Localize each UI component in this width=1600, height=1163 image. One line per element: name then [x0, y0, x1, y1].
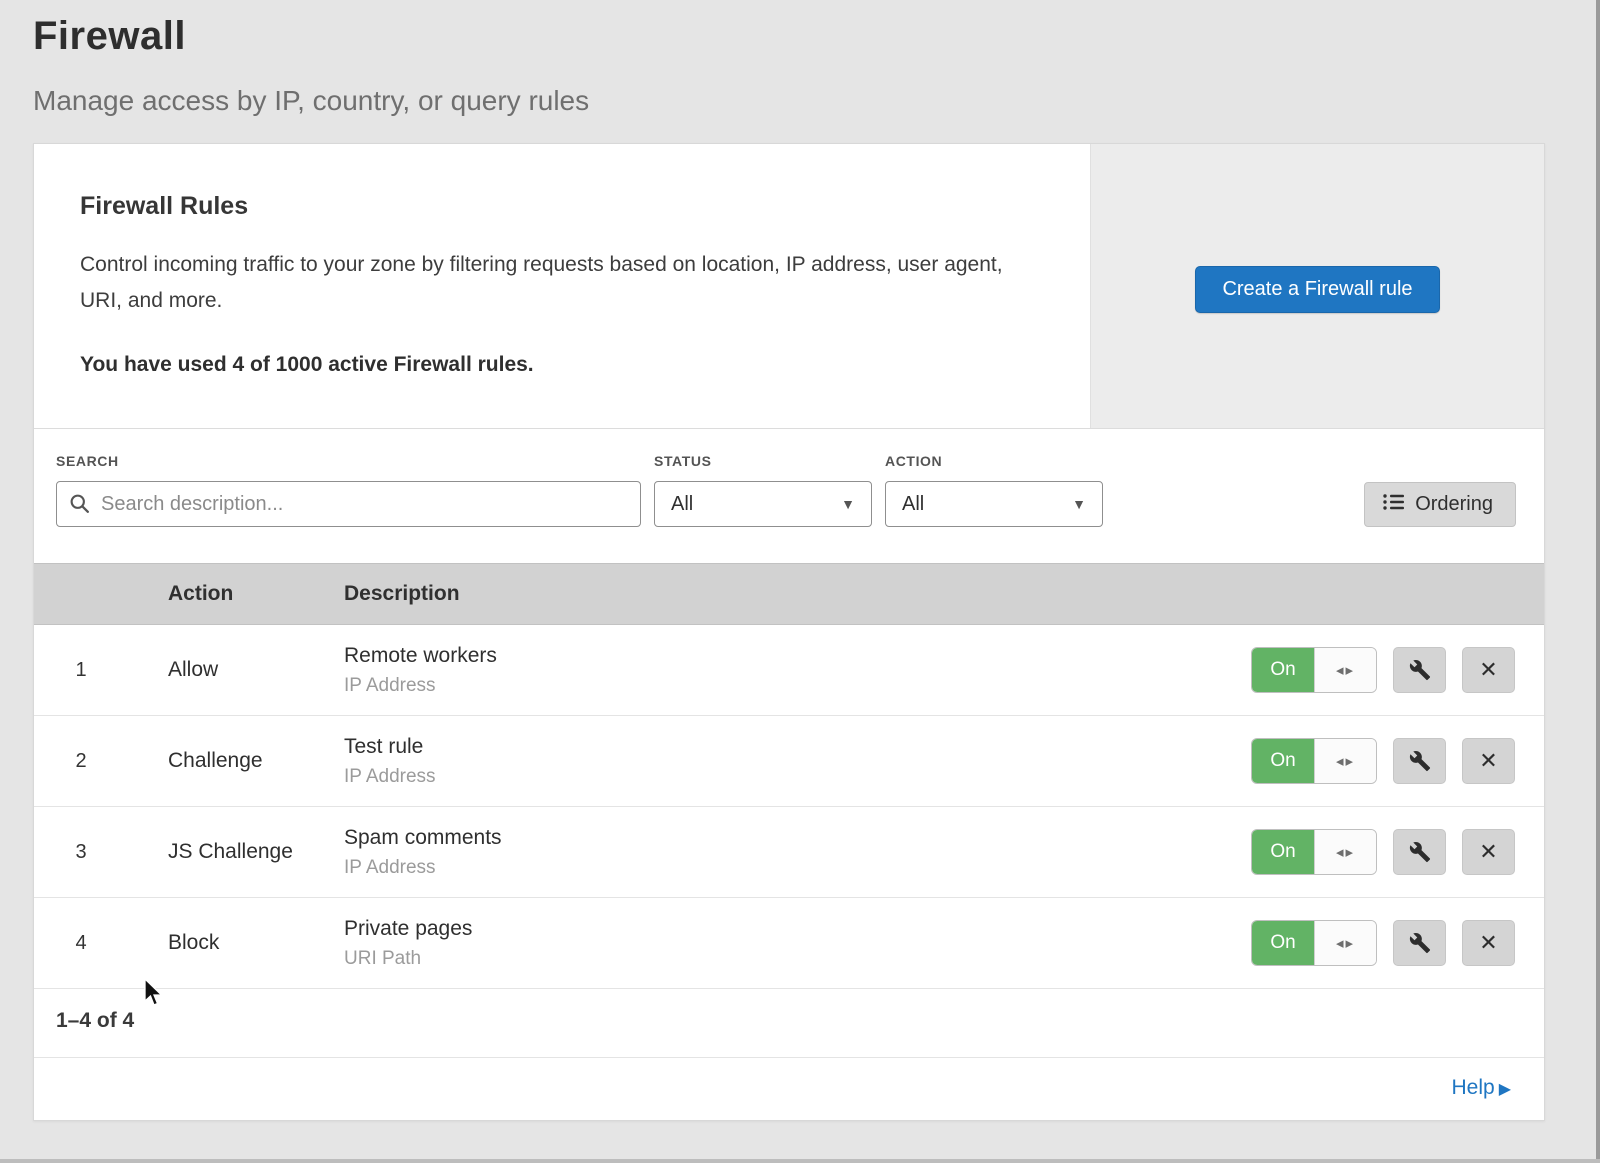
column-header-action: Action	[168, 582, 344, 606]
rule-description: Spam comments	[344, 826, 1224, 850]
rule-description: Remote workers	[344, 644, 1224, 668]
section-title: Firewall Rules	[80, 192, 1020, 221]
toggle-handle-icon: ◂▸	[1314, 739, 1376, 783]
action-filter-group: ACTION All ▼	[885, 453, 1103, 527]
close-icon: ✕	[1479, 748, 1497, 774]
edit-rule-button[interactable]	[1393, 647, 1446, 693]
action-select[interactable]: All ▼	[885, 481, 1103, 527]
rule-number: 1	[34, 659, 168, 682]
wrench-icon	[1409, 659, 1431, 681]
page-subtitle: Manage access by IP, country, or query r…	[33, 85, 1567, 117]
rule-action: JS Challenge	[168, 840, 344, 864]
delete-rule-button[interactable]: ✕	[1462, 738, 1515, 784]
table-row: 3 JS Challenge Spam comments IP Address …	[34, 807, 1544, 898]
rule-action: Block	[168, 931, 344, 955]
page-header: Firewall Manage access by IP, country, o…	[0, 0, 1600, 117]
column-header-description: Description	[344, 582, 1224, 606]
toggle-handle-icon: ◂▸	[1314, 921, 1376, 965]
action-label: ACTION	[885, 453, 1103, 469]
wrench-icon	[1409, 841, 1431, 863]
search-label: SEARCH	[56, 453, 641, 469]
table-row: 2 Challenge Test rule IP Address On ◂▸ ✕	[34, 716, 1544, 807]
firewall-rules-card: Firewall Rules Control incoming traffic …	[33, 143, 1545, 1121]
rule-number: 2	[34, 750, 168, 773]
toggle-handle-icon: ◂▸	[1314, 830, 1376, 874]
toggle-on-label: On	[1252, 830, 1314, 874]
delete-rule-button[interactable]: ✕	[1462, 920, 1515, 966]
table-row: 4 Block Private pages URI Path On ◂▸ ✕	[34, 898, 1544, 989]
search-icon	[69, 493, 90, 514]
delete-rule-button[interactable]: ✕	[1462, 647, 1515, 693]
search-input[interactable]	[56, 481, 641, 527]
intro-section: Firewall Rules Control incoming traffic …	[34, 144, 1544, 429]
close-icon: ✕	[1479, 930, 1497, 956]
window-edge	[1596, 0, 1600, 1163]
edit-rule-button[interactable]	[1393, 738, 1446, 784]
page-title: Firewall	[33, 14, 1567, 59]
section-description: Control incoming traffic to your zone by…	[80, 247, 1020, 319]
status-select-value: All	[671, 493, 693, 516]
wrench-icon	[1409, 932, 1431, 954]
chevron-down-icon: ▼	[841, 496, 855, 512]
window-edge	[0, 1159, 1600, 1163]
rule-description: Test rule	[344, 735, 1224, 759]
rule-action: Allow	[168, 658, 344, 682]
ordering-button-label: Ordering	[1415, 493, 1493, 516]
create-firewall-rule-button[interactable]: Create a Firewall rule	[1195, 266, 1439, 313]
status-select[interactable]: All ▼	[654, 481, 872, 527]
edit-rule-button[interactable]	[1393, 829, 1446, 875]
rule-description: Private pages	[344, 917, 1224, 941]
table-row: 1 Allow Remote workers IP Address On ◂▸ …	[34, 625, 1544, 716]
intro-action-panel: Create a Firewall rule	[1090, 144, 1544, 428]
help-bar: Help ▶	[34, 1058, 1544, 1120]
close-icon: ✕	[1479, 657, 1497, 683]
delete-rule-button[interactable]: ✕	[1462, 829, 1515, 875]
chevron-right-icon: ▶	[1499, 1081, 1511, 1098]
rule-number: 4	[34, 932, 168, 955]
toggle-on-label: On	[1252, 921, 1314, 965]
help-link[interactable]: Help ▶	[1451, 1076, 1511, 1100]
toggle-on-label: On	[1252, 648, 1314, 692]
rule-number: 3	[34, 841, 168, 864]
toggle-on-label: On	[1252, 739, 1314, 783]
ordering-list-icon	[1383, 493, 1405, 517]
action-select-value: All	[902, 493, 924, 516]
rule-enabled-toggle[interactable]: On ◂▸	[1251, 647, 1377, 693]
toggle-handle-icon: ◂▸	[1314, 648, 1376, 692]
status-filter-group: STATUS All ▼	[654, 453, 872, 527]
rule-enabled-toggle[interactable]: On ◂▸	[1251, 829, 1377, 875]
rule-action: Challenge	[168, 749, 344, 773]
pagination-range: 1–4 of 4	[56, 1009, 134, 1032]
search-filter-group: SEARCH	[56, 453, 641, 527]
help-link-label: Help	[1451, 1076, 1494, 1099]
rule-match-type: IP Address	[344, 766, 1224, 788]
status-label: STATUS	[654, 453, 872, 469]
rule-enabled-toggle[interactable]: On ◂▸	[1251, 738, 1377, 784]
edit-rule-button[interactable]	[1393, 920, 1446, 966]
ordering-button[interactable]: Ordering	[1364, 482, 1516, 527]
rule-match-type: IP Address	[344, 675, 1224, 697]
chevron-down-icon: ▼	[1072, 496, 1086, 512]
pagination-bar: 1–4 of 4	[34, 989, 1544, 1058]
rule-match-type: URI Path	[344, 948, 1224, 970]
usage-summary: You have used 4 of 1000 active Firewall …	[80, 353, 1020, 377]
filter-bar: SEARCH STATUS All ▼ ACTION All ▼	[34, 429, 1544, 563]
intro-text-block: Firewall Rules Control incoming traffic …	[34, 144, 1090, 428]
close-icon: ✕	[1479, 839, 1497, 865]
table-header: Action Description	[34, 563, 1544, 625]
wrench-icon	[1409, 750, 1431, 772]
rule-enabled-toggle[interactable]: On ◂▸	[1251, 920, 1377, 966]
rule-match-type: IP Address	[344, 857, 1224, 879]
